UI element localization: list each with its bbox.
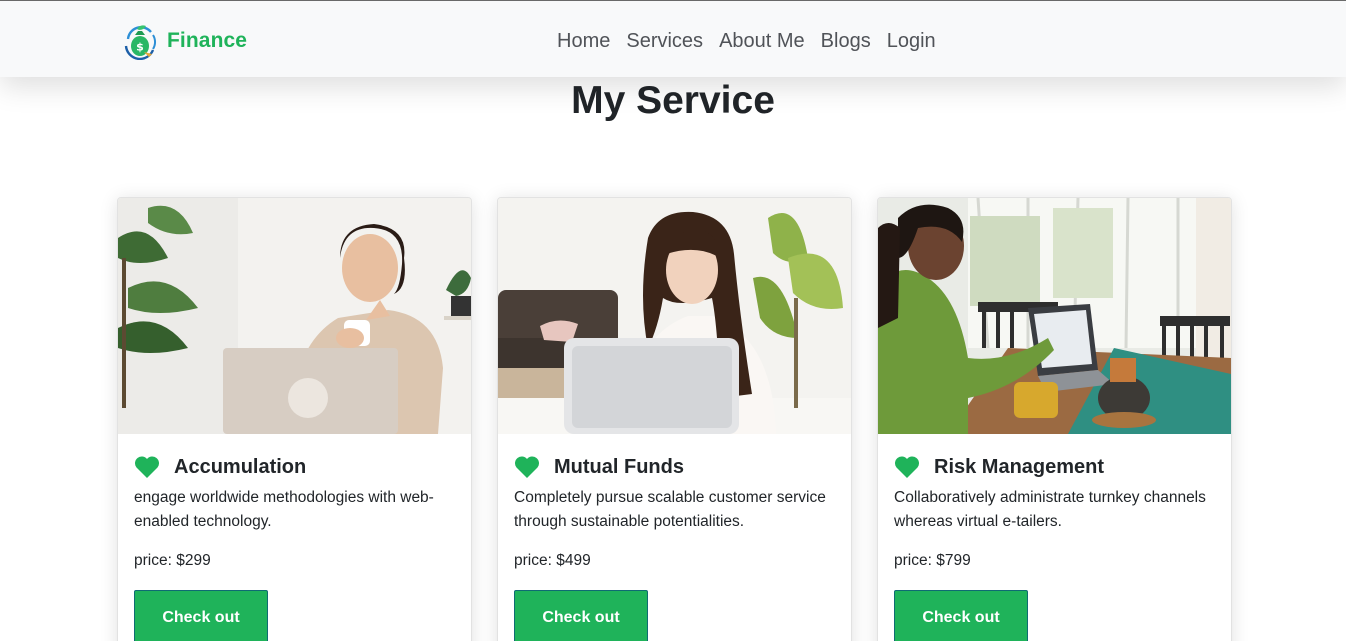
service-price: price: $799: [894, 552, 971, 569]
service-price: price: $299: [134, 552, 211, 569]
woman-behind-laptop-photo: [498, 198, 851, 434]
service-title: Risk Management: [934, 455, 1105, 478]
navbar: $ Finance Home Services About Me Blogs L…: [0, 1, 1346, 77]
check-out-button[interactable]: Check out: [134, 590, 268, 641]
service-description: Completely pursue scalable customer serv…: [514, 489, 826, 530]
service-card-accumulation: Accumulation engage worldwide methodolog…: [117, 197, 472, 641]
service-card-risk-management: Risk Management Collaboratively administ…: [877, 197, 1232, 641]
page-title: My Service: [571, 79, 775, 122]
money-bag-icon: $: [124, 25, 156, 60]
nav-menu: Home Services About Me Blogs Login: [549, 26, 944, 56]
woman-pointing-at-laptop-photo: [878, 198, 1231, 434]
nav-link-about-me[interactable]: About Me: [711, 30, 813, 53]
brand-name: Finance: [167, 29, 248, 52]
woman-with-laptop-and-coffee-photo: [118, 198, 471, 434]
nav-link-blogs[interactable]: Blogs: [813, 30, 879, 53]
service-card-mutual-funds: Mutual Funds Completely pursue scalable …: [497, 197, 852, 641]
nav-link-home[interactable]: Home: [549, 30, 618, 53]
service-description: engage worldwide methodologies with web-…: [134, 489, 434, 530]
svg-text:$: $: [136, 41, 144, 54]
service-title: Mutual Funds: [554, 455, 684, 478]
nav-link-login[interactable]: Login: [879, 30, 944, 53]
service-price: price: $499: [514, 552, 591, 569]
service-description: Collaboratively administrate turnkey cha…: [894, 489, 1206, 530]
check-out-button[interactable]: Check out: [894, 590, 1028, 641]
heart-icon: [894, 456, 920, 478]
heart-icon: [514, 456, 540, 478]
nav-link-services[interactable]: Services: [618, 30, 711, 53]
check-out-button[interactable]: Check out: [514, 590, 648, 641]
service-title: Accumulation: [174, 455, 307, 478]
brand-link[interactable]: $ Finance: [122, 22, 247, 60]
heart-icon: [134, 456, 160, 478]
